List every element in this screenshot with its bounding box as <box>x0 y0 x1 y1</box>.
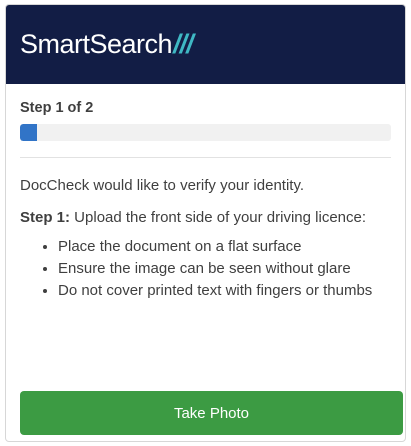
step-text: Upload the front side of your driving li… <box>70 209 367 226</box>
progress-bar <box>20 124 391 141</box>
list-item: Do not cover printed text with fingers o… <box>58 280 391 302</box>
progress-fill <box>20 124 37 141</box>
smartsearch-logo: SmartSearch/// <box>20 29 194 59</box>
logo-slashes-icon: /// <box>173 29 193 59</box>
list-item: Ensure the image can be seen without gla… <box>58 258 391 280</box>
step-indicator: Step 1 of 2 <box>20 100 94 116</box>
step-instruction: Step 1: Upload the front side of your dr… <box>20 206 391 229</box>
instruction-list: Place the document on a flat surface Ens… <box>20 236 391 302</box>
list-item: Place the document on a flat surface <box>58 236 391 258</box>
intro-text: DocCheck would like to verify your ident… <box>20 177 305 194</box>
verification-panel: SmartSearch/// Step 1 of 2 DocCheck woul… <box>5 4 406 442</box>
brand-header: SmartSearch/// <box>6 5 405 84</box>
divider <box>20 157 391 158</box>
take-photo-button[interactable]: Take Photo <box>20 391 403 435</box>
step-label: Step 1: <box>20 209 71 226</box>
logo-text: SmartSearch <box>20 29 173 59</box>
main-content: Step 1 of 2 DocCheck would like to verif… <box>6 100 405 302</box>
